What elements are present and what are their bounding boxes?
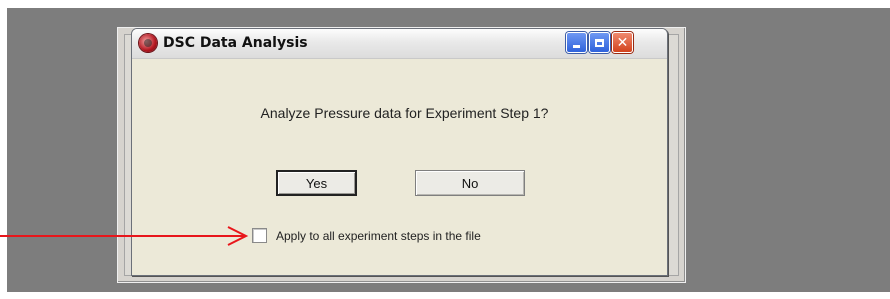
maximize-button[interactable] xyxy=(589,32,610,53)
close-button[interactable]: ✕ xyxy=(612,32,633,53)
no-button[interactable]: No xyxy=(415,170,525,196)
annotation-arrow-icon xyxy=(0,226,249,246)
close-icon: ✕ xyxy=(616,34,629,51)
minimize-icon xyxy=(573,45,580,48)
yes-button[interactable]: Yes xyxy=(276,170,357,196)
minimize-button[interactable] xyxy=(566,32,587,53)
apply-all-label[interactable]: Apply to all experiment steps in the fil… xyxy=(276,229,481,243)
dsc-app-icon[interactable] xyxy=(139,34,157,52)
title-bar[interactable]: DSC Data Analysis ✕ xyxy=(132,29,667,59)
window-title: DSC Data Analysis xyxy=(163,35,308,51)
dialog-message: Analyze Pressure data for Experiment Ste… xyxy=(260,105,549,121)
apply-all-option[interactable]: Apply to all experiment steps in the fil… xyxy=(252,228,481,243)
maximize-icon xyxy=(595,38,604,47)
